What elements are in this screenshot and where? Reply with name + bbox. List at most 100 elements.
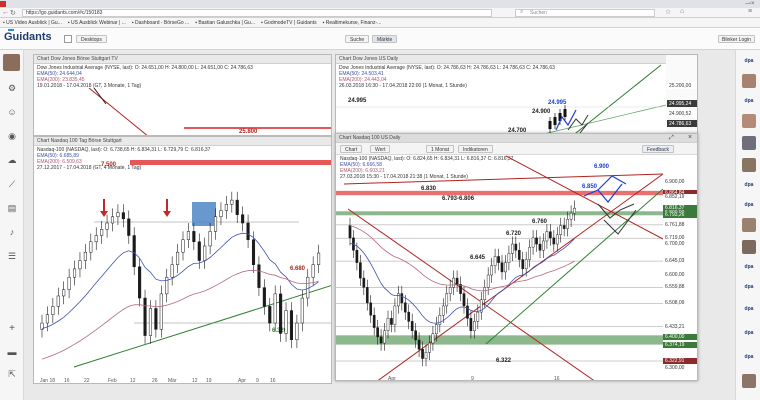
x-tick-label: Mär [168, 378, 177, 384]
folder-icon[interactable]: ▬ [5, 346, 19, 358]
candle [521, 259, 525, 270]
search-button[interactable]: Suche [345, 35, 370, 43]
x-tick-label: Feb [108, 378, 117, 384]
window-controls[interactable]: –▫× [740, 0, 760, 8]
candle [192, 231, 196, 243]
author-avatar[interactable] [742, 218, 756, 232]
bookmark-item[interactable]: ▪ Bastian Galuschka | Gu... [195, 18, 255, 27]
author-avatar[interactable] [742, 158, 756, 172]
trendline [572, 64, 662, 135]
candle [165, 276, 169, 295]
candle [452, 277, 455, 288]
candle [186, 231, 190, 240]
author-avatar[interactable] [742, 74, 756, 88]
panel-nasdaq-us-daily: Chart Nasdaq 100 US Daily ⤢ × Chart Wert… [335, 133, 698, 381]
candle [438, 314, 442, 325]
candle [548, 121, 552, 129]
blinker-login-button[interactable]: Blinker Login [718, 35, 755, 43]
back-icon[interactable]: ← [2, 9, 9, 16]
dpa-afx-logo[interactable]: dpa [741, 180, 757, 189]
eye-icon[interactable]: ◉ [5, 130, 19, 142]
export-icon[interactable]: ⇱ [5, 368, 19, 380]
x-tick-label: Jan 18 [40, 378, 55, 384]
bookmark-item[interactable]: ▪ Dashboard - BörseGo ... [132, 18, 189, 27]
candle [559, 225, 563, 236]
chart-dow-us-daily[interactable]: 24.995 24.99524.90024.70025.200,0024.995,… [336, 55, 698, 136]
menu-icon[interactable]: ≡ [748, 8, 752, 15]
candle [483, 287, 487, 300]
settings-icon[interactable]: ⚙ [5, 82, 19, 94]
candle [279, 293, 283, 334]
document-icon[interactable]: ▤ [5, 202, 19, 214]
price-tag: 6.852,19 [663, 193, 697, 200]
level-label: 24.900 [532, 109, 551, 115]
chart-dow-stuttgart[interactable]: 25.800 [34, 88, 332, 136]
level-label: 6.793-6.806 [442, 196, 475, 202]
markets-button[interactable]: Märkte [372, 35, 398, 43]
candle [100, 229, 104, 236]
dpa-afx-logo[interactable]: dpa [741, 282, 757, 291]
candle [441, 305, 445, 316]
bookmark-item[interactable]: ▪ US Video Ausblick | Gu... [3, 18, 62, 27]
candle [393, 305, 397, 325]
browser-tab-icon[interactable] [0, 1, 6, 7]
home-icon[interactable]: ⌂ [680, 8, 684, 15]
price-axis: 6.900,006.864,846.852,196.816,376.800,00… [663, 154, 697, 380]
reload-icon[interactable]: ↻ [10, 9, 16, 17]
dpa-afx-logo[interactable]: dpa [741, 200, 757, 209]
logo-accent [8, 29, 14, 31]
bookmarks-bar: ▪ US Video Ausblick | Gu... ▪ US Ausblick… [0, 18, 760, 28]
guidants-logo[interactable]: Guidants [4, 31, 52, 43]
dpa-afx-logo[interactable]: dpa [741, 56, 757, 65]
chart-line-icon[interactable]: ⟋ [5, 178, 19, 190]
browser-search-input[interactable]: Suchen [515, 9, 655, 17]
candle [208, 231, 212, 247]
search-icon: ⌕ [520, 9, 524, 15]
author-avatar[interactable] [742, 240, 756, 254]
candle [273, 293, 277, 324]
author-avatar[interactable] [742, 374, 756, 388]
dpa-afx-logo[interactable]: dpa [741, 304, 757, 313]
x-tick-label: 22 [84, 378, 90, 384]
dpa-afx-logo[interactable]: dpa [741, 96, 757, 105]
bookmark-item[interactable]: ▪ Realtimekurse, Finanz-... [323, 18, 382, 27]
candle [181, 239, 185, 253]
candle [383, 330, 386, 344]
author-avatar[interactable] [742, 114, 756, 128]
x-tick-label: 16 [554, 376, 560, 381]
price-tag: 6.600,00 [663, 272, 697, 278]
candle [257, 264, 261, 288]
user-icon[interactable]: ☺ [5, 106, 19, 118]
trendline [343, 173, 664, 185]
dpa-afx-logo[interactable]: dpa [741, 328, 757, 337]
add-icon[interactable]: + [5, 322, 19, 334]
candle [132, 235, 136, 268]
desktop-grid-icon[interactable] [64, 35, 72, 43]
candle [511, 243, 514, 254]
author-avatar[interactable] [742, 136, 756, 150]
bookmark-item[interactable]: ▪ US Ausblick Webinar | ... [68, 18, 126, 27]
candle [524, 259, 528, 270]
candle [268, 306, 272, 324]
chart-nasdaq-us-daily[interactable]: 6.900 6.850 6.830 6.793-6.806 6.760 6.720 6.64… [336, 134, 698, 381]
candle [262, 287, 266, 307]
x-tick-label: 12 [130, 378, 136, 384]
dpa-afx-logo[interactable]: dpa [741, 262, 757, 271]
candle [469, 318, 473, 331]
candle [462, 293, 466, 307]
dpa-afx-logo[interactable]: dpa [741, 352, 757, 361]
chat-icon[interactable]: ☁ [5, 154, 19, 166]
marker-arrow-head [163, 211, 171, 217]
trendline [505, 155, 664, 240]
browser-titlebar: –▫× [0, 0, 760, 8]
user-avatar[interactable] [3, 54, 20, 71]
list-icon[interactable]: ☰ [5, 250, 19, 262]
address-input[interactable]: https://go.guidants.com/#c/150183 [22, 9, 492, 17]
desktops-button[interactable]: Desktops [76, 35, 107, 43]
candle [390, 318, 393, 325]
star-icon[interactable]: ☆ [665, 8, 671, 16]
chart-nasdaq-stuttgart[interactable]: 7.5006.6806.320Jan 181622Feb1226Mär1219A… [34, 137, 332, 384]
bookmark-item[interactable]: ▪ GodmodeTV | Guidants [261, 18, 317, 27]
candle [159, 293, 163, 330]
bell-icon[interactable]: ♪ [5, 226, 19, 238]
